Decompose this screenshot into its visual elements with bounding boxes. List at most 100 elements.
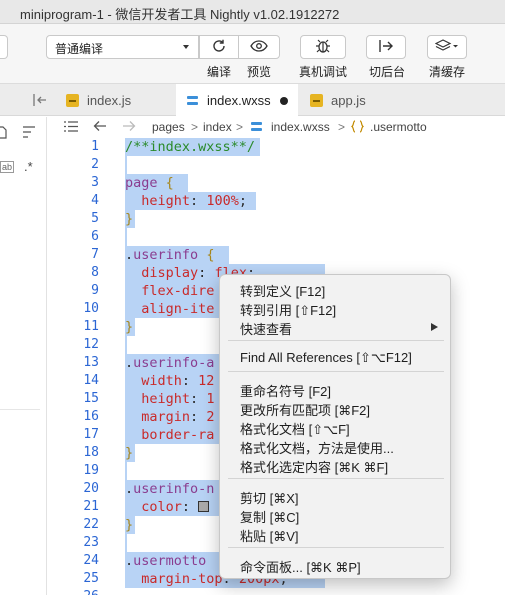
submenu-arrow-icon [431, 323, 438, 331]
code-line: } [125, 445, 134, 461]
menu-item-peek[interactable]: 快速查看 [220, 317, 452, 337]
menu-item-cut[interactable]: 剪切 [⌘X] [220, 486, 452, 506]
title-bar: miniprogram-1 - 微信开发者工具 Nightly v1.02.19… [0, 0, 505, 24]
breadcrumb-item-symbol[interactable]: .usermotto [370, 120, 427, 134]
breadcrumb-item-index[interactable]: index [203, 120, 232, 134]
selection-highlight [125, 228, 127, 246]
menu-item-format-document[interactable]: 格式化文档 [⇧⌥F] [220, 417, 452, 437]
menu-item-format-selection[interactable]: 格式化选定内容 [⌘K ⌘F] [220, 455, 452, 475]
compile-label: 编译 [207, 65, 232, 79]
menu-item-change-all-occurrences[interactable]: 更改所有匹配项 [⌘F2] [220, 398, 452, 418]
compile-mode-select[interactable]: 普通编译 [46, 35, 199, 59]
code-line: page { [125, 175, 174, 191]
code-line: height: 100%; [141, 193, 247, 209]
selection-highlight [125, 156, 127, 174]
code-line: .usermotto [125, 553, 207, 569]
code-line: .userinfo { [125, 247, 215, 263]
file-tree-panel: ab .* [0, 117, 47, 595]
unsaved-dot-icon[interactable] [279, 96, 288, 105]
code-line: margin: 2 [141, 409, 215, 425]
menu-separator [228, 371, 444, 372]
line-number: 25 [83, 571, 99, 586]
selection-highlight [125, 462, 127, 480]
back-arrow-icon[interactable] [93, 120, 107, 135]
menu-separator [228, 547, 444, 548]
tab-label: app.js [331, 92, 366, 108]
preview-label: 预览 [247, 65, 272, 79]
line-number: 14 [83, 373, 99, 388]
compile-mode-value: 普通编译 [55, 42, 104, 56]
line-number: 19 [83, 463, 99, 478]
code-line: .userinfo-a [125, 355, 215, 371]
code-line: border-ra [141, 427, 215, 443]
css-file-icon [186, 94, 199, 107]
regex-icon[interactable]: .* [24, 159, 33, 174]
code-line: } [125, 211, 134, 227]
line-number: 2 [91, 157, 99, 172]
compile-button[interactable] [199, 35, 239, 59]
menu-item-go-to-definition[interactable]: 转到定义 [F12] [220, 279, 452, 299]
tab-app-js[interactable]: app.js [310, 84, 410, 116]
breadcrumb-item-file[interactable]: index.wxss [271, 120, 330, 134]
menu-item-go-to-references[interactable]: 转到引用 [⇧F12] [220, 298, 452, 318]
line-number: 13 [83, 355, 99, 370]
file-icon[interactable] [0, 125, 7, 142]
list-icon[interactable] [64, 121, 78, 135]
line-number: 24 [83, 553, 99, 568]
code-line: } [125, 319, 134, 335]
line-number: 11 [83, 319, 99, 334]
line-number: 26 [59, 588, 99, 595]
forward-arrow-icon[interactable] [122, 120, 136, 135]
menu-item-command-palette[interactable]: 命令面板... [⌘K ⌘P] [220, 555, 452, 575]
switch-background-label: 切后台 [369, 65, 406, 79]
menu-separator [228, 340, 444, 341]
layers-icon [434, 38, 459, 56]
tab-index-js[interactable]: index.js [66, 84, 176, 116]
line-number: 17 [83, 427, 99, 442]
menu-item-format-document-with[interactable]: 格式化文档，方法是使用... [220, 436, 452, 456]
line-number: 4 [91, 193, 99, 208]
breadcrumb: pages > index > index.wxss > .usermotto [48, 117, 505, 137]
selection-highlight [125, 336, 127, 354]
breadcrumb-separator: > [191, 120, 199, 134]
context-menu: 转到定义 [F12] 转到引用 [⇧F12] 快速查看 Find All Ref… [219, 274, 451, 579]
menu-item-paste[interactable]: 粘贴 [⌘V] [220, 524, 452, 544]
eye-icon [250, 39, 268, 56]
line-number: 18 [83, 445, 99, 460]
remote-debug-button[interactable] [300, 35, 346, 59]
tab-index-wxss[interactable]: index.wxss [176, 84, 298, 117]
code-line: align-ite [141, 301, 215, 317]
breadcrumb-item-pages[interactable]: pages [152, 120, 185, 134]
breadcrumb-separator: > [338, 120, 346, 134]
color-swatch[interactable] [198, 501, 210, 512]
menu-item-copy[interactable]: 复制 [⌘C] [220, 505, 452, 525]
code-line: flex-dire [141, 283, 215, 299]
breadcrumb-separator: > [236, 120, 244, 134]
menu-item-rename-symbol[interactable]: 重命名符号 [F2] [220, 379, 452, 399]
line-number: 3 [91, 175, 99, 190]
selection-highlight [125, 534, 127, 552]
line-number: 9 [91, 283, 99, 298]
line-number: 20 [83, 481, 99, 496]
clear-cache-button[interactable] [427, 35, 467, 59]
line-number: 16 [83, 409, 99, 424]
switch-background-button[interactable] [366, 35, 406, 59]
preview-button[interactable] [238, 35, 280, 59]
js-file-icon [66, 93, 79, 107]
editor-tabs: index.js index.wxss app.js [0, 84, 505, 117]
split-view-icon[interactable] [32, 93, 48, 110]
line-number: 10 [83, 301, 99, 316]
code-line: height: 1 [141, 391, 215, 407]
clear-cache-label: 清缓存 [429, 65, 466, 79]
toolbar-left-button[interactable] [0, 35, 8, 59]
line-number: 6 [91, 229, 99, 244]
menu-item-find-all-references[interactable]: Find All References [⇧⌥F12] [220, 348, 452, 367]
line-number-gutter: 1 2 3 4 5 6 7 8 9 10 11 12 13 14 15 16 17 18 19 20 21 22 23 24 2… [48, 137, 118, 595]
sort-icon[interactable] [22, 126, 36, 141]
line-number: 5 [91, 211, 99, 226]
js-file-icon [310, 93, 323, 107]
tab-label: index.js [87, 92, 132, 108]
remote-debug-label: 真机调试 [299, 65, 348, 79]
match-word-icon[interactable]: ab [0, 161, 15, 173]
refresh-icon [211, 38, 227, 57]
